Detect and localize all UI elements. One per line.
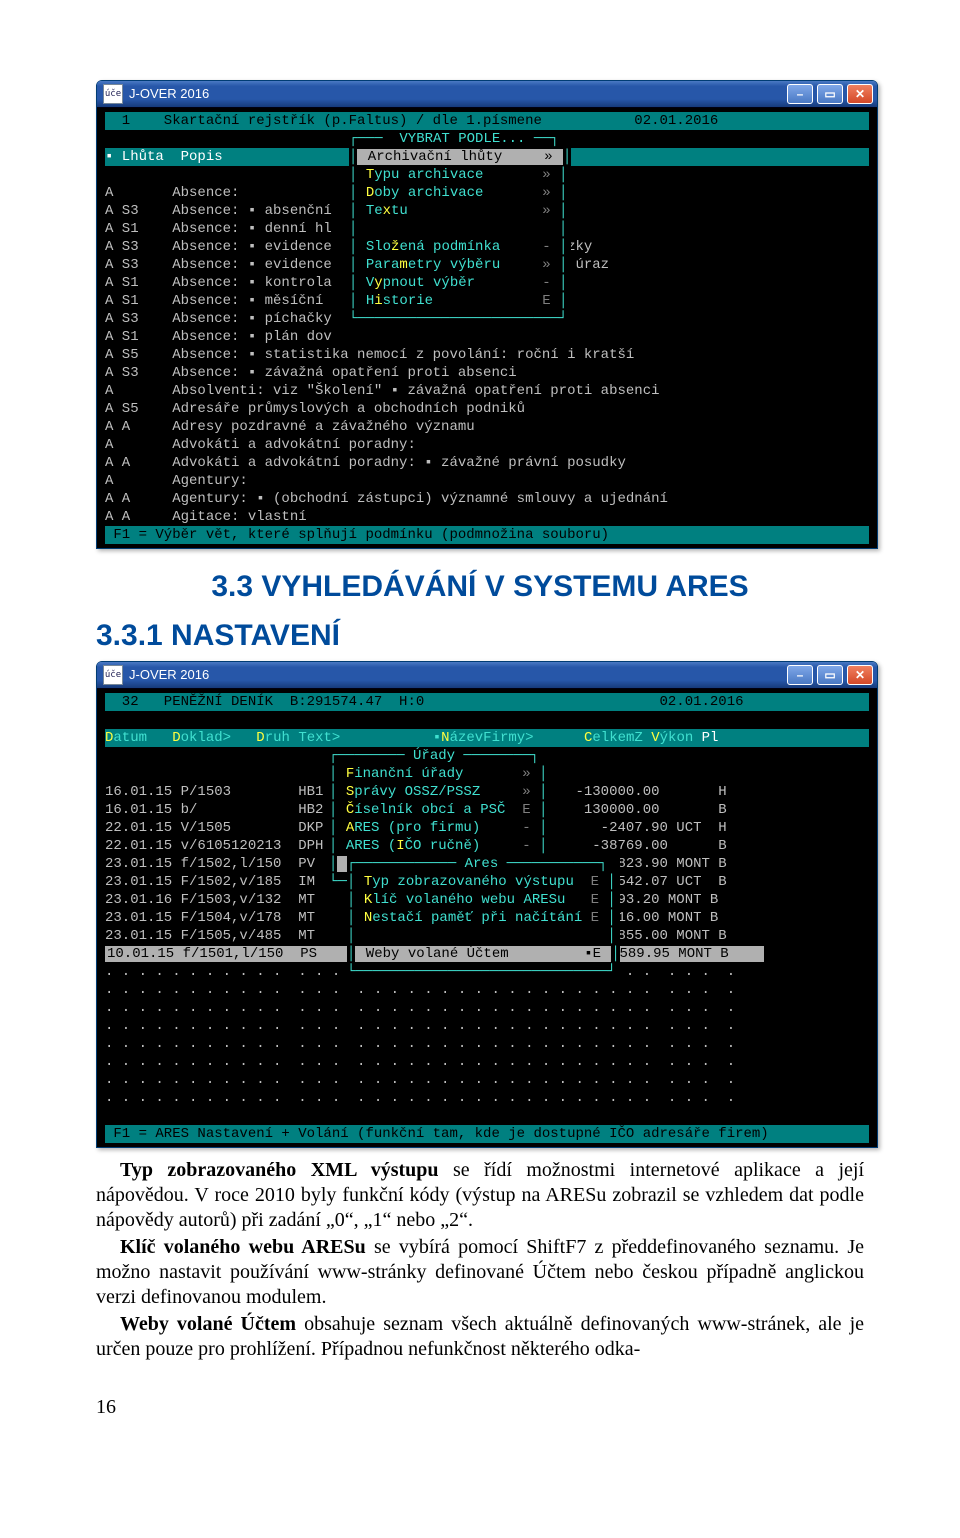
app-icon: úče bbox=[103, 665, 123, 685]
page: úče J-OVER 2016 – ▭ ✕ 1 Skartační rejstř… bbox=[0, 0, 960, 1479]
titlebar-1: úče J-OVER 2016 – ▭ ✕ bbox=[97, 81, 877, 107]
paragraph: Weby volané Účtem obsahuje seznam všech … bbox=[96, 1312, 864, 1362]
minimize-button[interactable]: – bbox=[787, 84, 813, 104]
section-heading: 3.3 VYHLEDÁVÁNÍ V SYSTEMU ARES bbox=[96, 567, 864, 606]
app-icon: úče bbox=[103, 84, 123, 104]
close-button[interactable]: ✕ bbox=[847, 84, 873, 104]
maximize-button[interactable]: ▭ bbox=[817, 665, 843, 685]
paragraph: Typ zobrazovaného XML výstupu se řídí mo… bbox=[96, 1158, 864, 1233]
window-title-1: J-OVER 2016 bbox=[129, 81, 785, 107]
maximize-button[interactable]: ▭ bbox=[817, 84, 843, 104]
titlebar-2: úče J-OVER 2016 – ▭ ✕ bbox=[97, 662, 877, 688]
window-2: úče J-OVER 2016 – ▭ ✕ 32 PENĚŽNÍ DENÍK B… bbox=[96, 661, 878, 1148]
window-1: úče J-OVER 2016 – ▭ ✕ 1 Skartační rejstř… bbox=[96, 80, 878, 549]
close-button[interactable]: ✕ bbox=[847, 665, 873, 685]
terminal-2: 32 PENĚŽNÍ DENÍK B:291574.47 H:0 02.01.2… bbox=[97, 688, 877, 1147]
body-text: Typ zobrazovaného XML výstupu se řídí mo… bbox=[96, 1158, 864, 1362]
page-number: 16 bbox=[96, 1396, 864, 1419]
minimize-button[interactable]: – bbox=[787, 665, 813, 685]
subsection-heading: 3.3.1 NASTAVENÍ bbox=[96, 616, 864, 655]
terminal-1: 1 Skartační rejstřík (p.Faltus) / dle 1.… bbox=[97, 107, 877, 548]
paragraph: Klíč volaného webu ARESu se vybírá pomoc… bbox=[96, 1235, 864, 1310]
window-title-2: J-OVER 2016 bbox=[129, 662, 785, 688]
